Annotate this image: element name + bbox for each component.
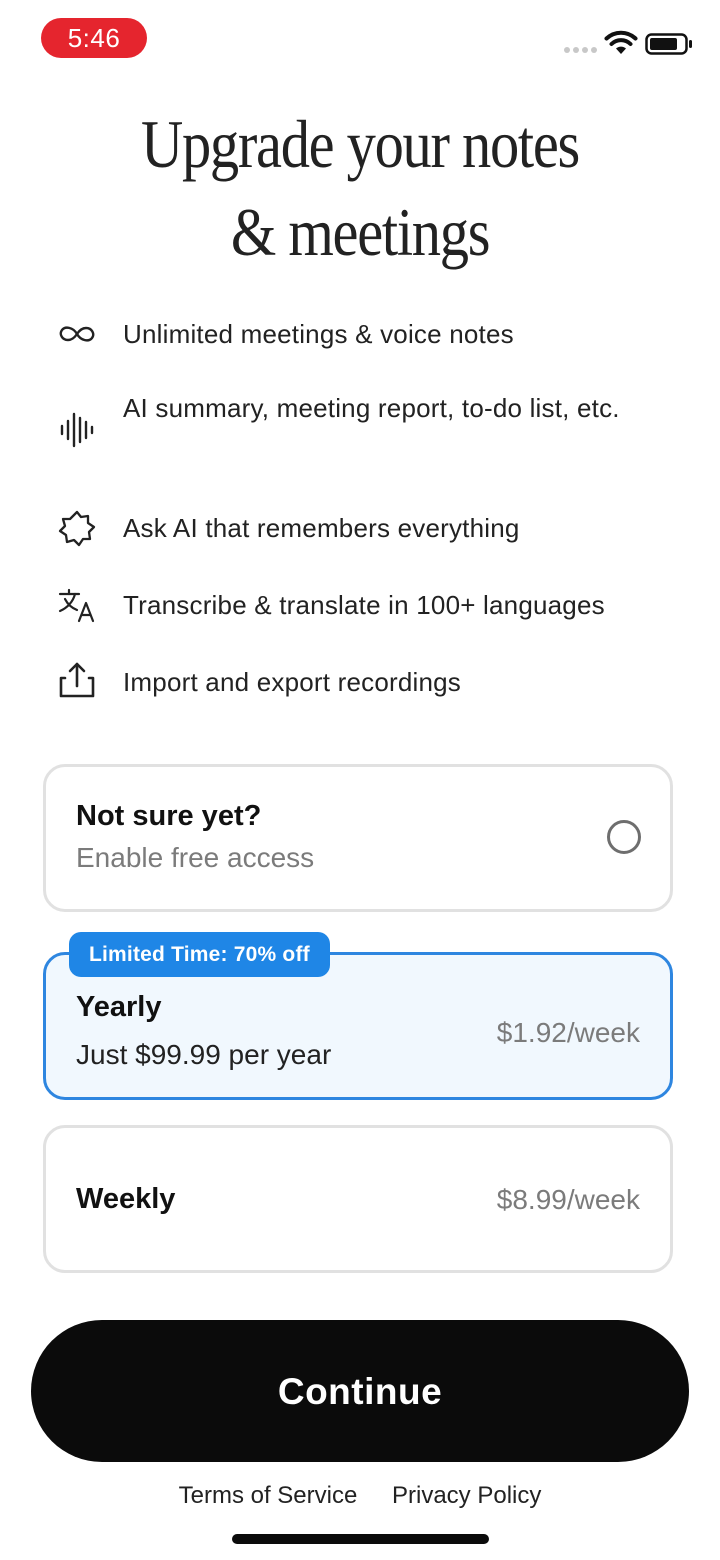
plan-title: Yearly [76, 991, 162, 1023]
translate-icon [56, 584, 98, 626]
waveform-icon [56, 409, 98, 451]
continue-button[interactable]: Continue [31, 1320, 689, 1462]
plan-subtitle: Enable free access [76, 842, 315, 873]
plan-subtitle: Just $99.99 per year [76, 1039, 332, 1070]
share-upload-icon [56, 659, 98, 701]
footer-links: Terms of Service Privacy Policy [0, 1482, 720, 1510]
privacy-link[interactable]: Privacy Policy [392, 1482, 541, 1509]
wifi-icon [604, 30, 638, 54]
plan-price: $1.92/week [496, 1017, 640, 1048]
plan-card-weekly[interactable]: Weekly $8.99/week [43, 1125, 673, 1273]
infinity-icon [56, 313, 98, 355]
plan-title: Not sure yet? [76, 800, 262, 832]
plan-price: $8.99/week [496, 1184, 640, 1215]
feature-text: Transcribe & translate in 100+ languages [123, 590, 605, 620]
status-bar: 5:46 [0, 0, 720, 80]
plan-card-free[interactable]: Not sure yet? Enable free access [43, 764, 673, 912]
radio-button[interactable] [607, 820, 641, 854]
cellular-signal-icon [564, 47, 597, 53]
feature-text: Unlimited meetings & voice notes [123, 319, 514, 349]
title-line-1: Upgrade your notes [140, 106, 580, 182]
title-line-2: & meetings [230, 194, 491, 270]
feature-text: Import and export recordings [123, 667, 461, 697]
terms-link[interactable]: Terms of Service [179, 1482, 358, 1509]
home-indicator [232, 1534, 489, 1544]
status-time: 5:46 [41, 18, 147, 58]
discount-badge: Limited Time: 70% off [69, 932, 330, 977]
feature-text: Ask AI that remembers everything [123, 513, 520, 543]
plan-title: Weekly [76, 1183, 176, 1215]
sparkle-badge-icon [56, 507, 98, 549]
feature-text: AI summary, meeting report, to-do list, … [123, 393, 620, 423]
page-title: Upgrade your notes & meetings [50, 100, 669, 276]
battery-icon [645, 33, 692, 55]
